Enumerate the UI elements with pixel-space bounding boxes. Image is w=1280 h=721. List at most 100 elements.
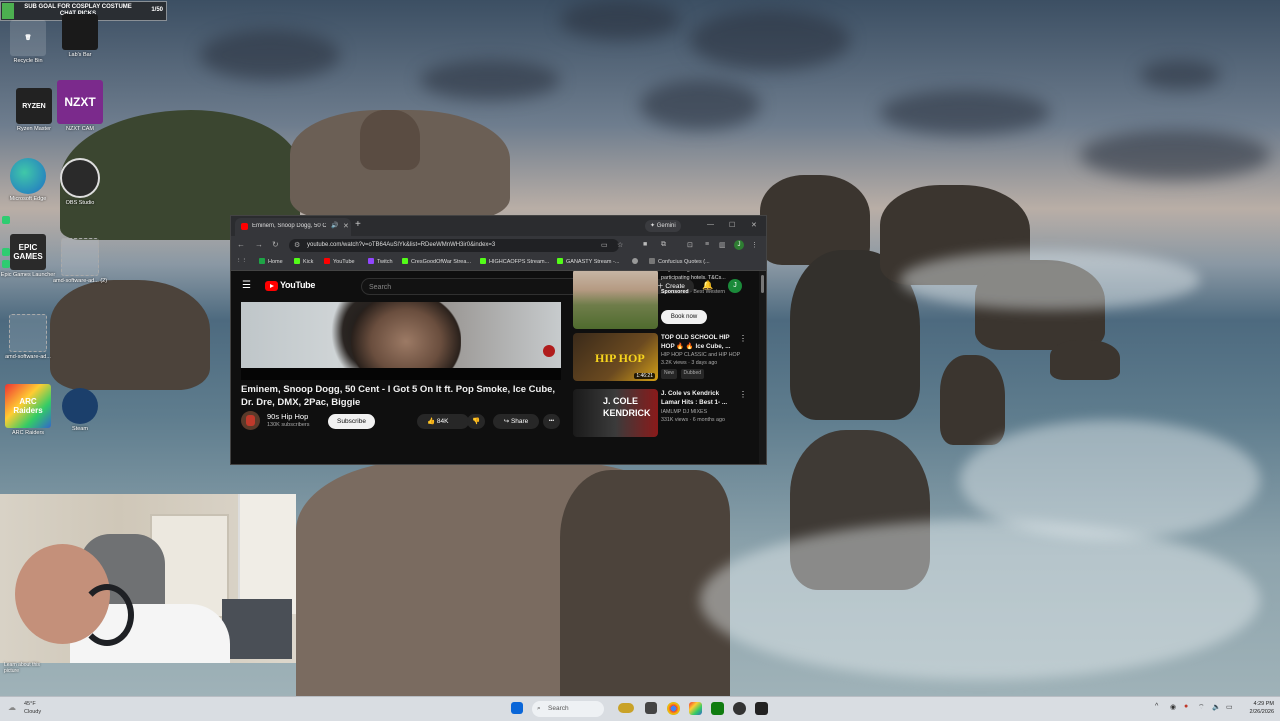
desktop-icon-epic-games[interactable]: EPIC GAMES Epic Games Launcher — [0, 234, 56, 279]
tray-app-icon[interactable]: ● — [1184, 703, 1188, 710]
close-tab-icon[interactable]: ✕ — [343, 222, 349, 230]
page-scrollbar[interactable] — [759, 271, 766, 464]
bookmark-kick[interactable]: Kick — [294, 258, 313, 265]
subscribe-button[interactable]: Subscribe — [328, 414, 375, 429]
channel-name[interactable]: 90s Hip Hop — [267, 412, 308, 421]
reload-icon[interactable]: ↻ — [272, 240, 279, 249]
address-toolbar: ← → ↻ ⚙ youtube.com/watch?v=oTB64AuSlYk&… — [231, 236, 766, 255]
video-progress-area[interactable] — [241, 368, 561, 380]
start-button-icon[interactable] — [511, 702, 523, 714]
desktop-icon-recycle-bin[interactable]: 🗑 Recycle Bin — [0, 20, 56, 65]
speaker-icon[interactable]: 🔊 — [331, 222, 338, 229]
address-bar[interactable]: ⚙ youtube.com/watch?v=oTB64AuSlYk&list=R… — [289, 239, 619, 252]
more-actions-button[interactable]: ••• — [543, 414, 560, 429]
desktop-icon-steam[interactable]: Steam — [52, 388, 108, 433]
maximize-icon[interactable]: ☐ — [729, 221, 735, 229]
network-icon[interactable]: ◉ — [1170, 703, 1176, 711]
wifi-icon[interactable]: ⌔ — [1198, 703, 1205, 712]
desktop-icon-arc-raiders[interactable]: ARC Raiders ARC Raiders — [0, 384, 56, 437]
youtube-logo-icon[interactable] — [265, 281, 278, 291]
battery-icon[interactable]: ▭ — [1226, 703, 1233, 711]
weather-widget[interactable]: 45°F Cloudy — [24, 700, 41, 716]
video-player[interactable] — [241, 302, 561, 368]
dubbed-badge: Dubbed — [680, 369, 705, 379]
tray-chevron-icon[interactable]: ^ — [1155, 703, 1158, 710]
recommendation-title[interactable]: TOP OLD SCHOOL HIP HOP 🔥 🔥 Ice Cube, ... — [661, 333, 739, 351]
share-button[interactable]: ↪ Share — [493, 414, 539, 429]
apps-grid-icon[interactable]: ⋮⋮ — [236, 258, 247, 264]
bookmark-ganasty[interactable]: GANASTY Stream -... — [557, 258, 619, 265]
bookmark-highcaofps[interactable]: HIGHCAOFPS Stream... — [480, 258, 549, 265]
desktop-icon-nzxt-cam[interactable]: NZXT NZXT CAM — [52, 80, 108, 133]
desktop-icon-amd-installer[interactable]: amd-software-ad... — [0, 314, 56, 361]
desktop-icon-obs-studio[interactable]: OBS Studio — [52, 158, 108, 207]
bookmark-twitch[interactable]: Twitch — [368, 258, 393, 265]
hamburger-menu-icon[interactable]: ☰ — [242, 280, 251, 291]
weather-icon[interactable]: ☁ — [8, 703, 16, 712]
like-button[interactable]: 👍 84K — [417, 414, 469, 429]
recommendation-item[interactable]: HIP HOP 1:46:21 TOP OLD SCHOOL HIP HOP 🔥… — [573, 333, 758, 383]
dislike-button[interactable]: 👎 — [467, 414, 485, 429]
extensions-puzzle-icon[interactable]: ⧉ — [661, 241, 666, 249]
sidebar-icon[interactable]: ▥ — [719, 241, 726, 249]
bookmark-youtube[interactable]: YouTube — [324, 258, 355, 265]
recommendation-title[interactable]: J. Cole vs Kendrick Lamar Hits : Best 1-… — [661, 389, 739, 407]
edge-icon — [10, 158, 46, 194]
chrome-taskbar-icon[interactable] — [667, 702, 680, 715]
recommendation-item[interactable]: J. COLE KENDRICK J. Cole vs Kendrick Lam… — [573, 389, 758, 439]
youtube-search-input[interactable]: Search — [361, 278, 579, 295]
obs-taskbar-icon[interactable] — [733, 702, 746, 715]
video-thumbnail[interactable]: HIP HOP 1:46:21 — [573, 333, 658, 381]
scrollbar-thumb[interactable] — [761, 275, 764, 293]
forward-icon[interactable]: → — [255, 240, 263, 249]
channel-avatar[interactable] — [241, 411, 260, 430]
cast-icon[interactable]: ▭ — [601, 241, 608, 249]
bookmark-home[interactable]: Home — [259, 258, 283, 265]
site-info-icon[interactable]: ⚙ — [294, 239, 300, 252]
obs-studio-icon — [60, 158, 100, 198]
terminal-taskbar-icon[interactable] — [755, 702, 768, 715]
new-tab-button[interactable]: + — [355, 219, 361, 230]
recommendation-ad[interactable]: stays through 5/10/2026 at participating… — [573, 271, 758, 329]
profile-avatar[interactable]: J — [734, 240, 744, 250]
temperature: 45°F — [24, 701, 36, 707]
widget-icon[interactable] — [618, 703, 634, 713]
bookmark-cresgoodofwar[interactable]: CresGoodOfWar Strea... — [402, 258, 471, 265]
desktop-icon-amd-installer-2[interactable]: amd-software-ad... (2) — [52, 238, 108, 285]
youtube-logo-text[interactable]: YouTube — [280, 280, 315, 290]
learn-about-picture-link[interactable]: Learn about this picture — [4, 662, 54, 674]
bookmark-globe[interactable] — [632, 258, 641, 265]
volume-icon[interactable]: 🔈 — [1212, 703, 1221, 711]
close-window-icon[interactable]: ✕ — [751, 221, 757, 229]
media-controls-icon[interactable]: ≡ — [705, 241, 709, 248]
task-view-icon[interactable] — [645, 702, 657, 714]
advertiser-name: · Best Western — [690, 289, 726, 295]
more-options-icon[interactable]: ⋮ — [739, 334, 747, 343]
extension-icon[interactable]: ■ — [643, 241, 647, 248]
bookmark-star-icon[interactable]: ☆ — [617, 241, 623, 249]
tab-youtube[interactable]: Eminem, Snoop Dogg, 50 C 🔊 ✕ — [235, 218, 351, 236]
tab-strip: Eminem, Snoop Dogg, 50 C 🔊 ✕ + ✦ Gemini … — [231, 216, 766, 236]
browser-window: Eminem, Snoop Dogg, 50 C 🔊 ✕ + ✦ Gemini … — [230, 215, 767, 465]
clock[interactable]: 4:29 PM 2/26/2026 — [1250, 700, 1274, 716]
book-now-button[interactable]: Book now — [661, 310, 707, 324]
back-icon[interactable]: ← — [237, 240, 245, 249]
desktop-icon-labs-bar[interactable]: Lab's Bar — [52, 14, 108, 59]
bookmark-confucius[interactable]: Confucius Quotes (... — [649, 258, 710, 265]
minimize-icon[interactable]: — — [707, 221, 714, 228]
recommendation-stats: 3.2K views · 3 days ago — [661, 360, 718, 366]
app-taskbar-icon[interactable] — [689, 702, 702, 715]
more-options-icon[interactable]: ⋮ — [739, 390, 747, 399]
xbox-taskbar-icon[interactable] — [711, 702, 724, 715]
taskbar-search[interactable]: ⌕ Search — [532, 701, 604, 717]
gemini-button[interactable]: ✦ Gemini — [645, 220, 681, 232]
clock-time: 4:29 PM — [1253, 701, 1274, 707]
chrome-menu-icon[interactable]: ⋮ — [751, 241, 758, 249]
new-badge: New — [661, 369, 678, 379]
video-thumbnail[interactable]: J. COLE KENDRICK — [573, 389, 658, 437]
desktop-icon-edge[interactable]: Microsoft Edge — [0, 158, 56, 203]
goal-count: 1/50 — [151, 7, 163, 13]
tab-search-icon[interactable]: ⊡ — [687, 241, 693, 249]
app-icon — [62, 14, 98, 50]
ad-thumbnail[interactable] — [573, 271, 658, 329]
